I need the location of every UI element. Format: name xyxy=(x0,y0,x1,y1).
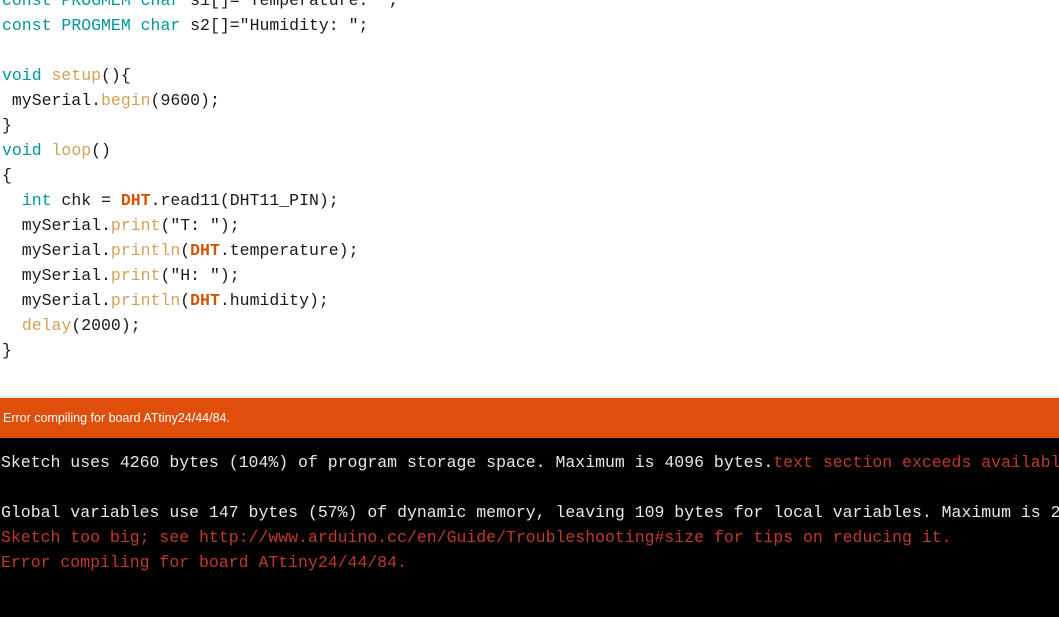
code-token: ); xyxy=(219,216,240,235)
code-token: PROGMEM xyxy=(61,0,131,10)
code-token: void xyxy=(2,141,42,160)
code-token: s1[]= xyxy=(180,0,240,10)
compile-status-bar: Error compiling for board ATtiny24/44/84… xyxy=(0,398,1059,438)
code-text-area[interactable]: const PROGMEM char s1[]="Temperature: ";… xyxy=(0,0,1059,363)
line-loop-close: } xyxy=(0,338,1059,363)
code-token: int xyxy=(21,191,52,210)
code-token: char xyxy=(140,0,181,10)
code-token: DHT xyxy=(120,191,151,210)
console-text: Sketch uses 4260 bytes (104%) of program… xyxy=(0,450,1059,575)
line-serial-begin: mySerial.begin(9600); xyxy=(0,88,1059,113)
code-token: begin xyxy=(101,91,151,110)
code-token: print xyxy=(110,266,161,285)
code-token: ( xyxy=(160,266,171,285)
code-token: .read11(DHT11_PIN); xyxy=(150,191,339,210)
line-s1: const PROGMEM char s1[]="Temperature: "; xyxy=(0,0,1059,13)
code-token: (9600); xyxy=(150,91,220,110)
console-segment: Error compiling for board ATtiny24/44/84… xyxy=(1,553,407,572)
code-token: mySerial. xyxy=(2,241,111,260)
code-token: print xyxy=(110,216,161,235)
code-token: PROGMEM xyxy=(61,16,131,35)
line-read11: int chk = DHT.read11(DHT11_PIN); xyxy=(0,188,1059,213)
code-token: "T: " xyxy=(170,216,220,235)
console-storage: Sketch uses 4260 bytes (104%) of program… xyxy=(0,450,1059,475)
console-segment: Sketch too big; see http://www.arduino.c… xyxy=(1,528,952,547)
code-token: char xyxy=(140,16,181,35)
code-token: "H: " xyxy=(170,266,220,285)
console-dynamic-memory: Global variables use 147 bytes (57%) of … xyxy=(0,500,1059,525)
code-token: ; xyxy=(358,16,369,35)
line-setup-open: void setup(){ xyxy=(0,63,1059,88)
code-token: loop xyxy=(51,141,92,160)
code-token: chk = xyxy=(51,191,121,210)
code-editor-pane[interactable]: const PROGMEM char s1[]="Temperature: ";… xyxy=(0,0,1059,396)
code-token: ; xyxy=(388,0,399,10)
code-token: DHT xyxy=(190,241,220,260)
code-token: .humidity); xyxy=(219,291,329,310)
console-error-compiling: Error compiling for board ATtiny24/44/84… xyxy=(0,550,1059,575)
status-bar-message: Error compiling for board ATtiny24/44/84… xyxy=(3,411,230,425)
code-token: "Temperature: " xyxy=(239,0,389,10)
console-segment: Sketch uses 4260 bytes (104%) of program… xyxy=(1,453,774,472)
code-token: ( xyxy=(180,291,191,310)
code-token: (2000); xyxy=(71,316,141,335)
code-token: println xyxy=(110,291,181,310)
line-blank-1 xyxy=(0,38,1059,63)
line-delay: delay(2000); xyxy=(0,313,1059,338)
code-token: mySerial. xyxy=(2,291,111,310)
code-token: } xyxy=(2,116,12,135)
code-token: { xyxy=(2,166,12,185)
console-segment: text section exceeds available space in … xyxy=(773,453,1059,472)
line-loop-open: { xyxy=(0,163,1059,188)
code-token: .temperature); xyxy=(219,241,359,260)
code-token: println xyxy=(110,241,181,260)
line-setup-close: } xyxy=(0,113,1059,138)
code-token: ); xyxy=(219,266,240,285)
line-print-h: mySerial.print("H: "); xyxy=(0,263,1059,288)
code-token: mySerial. xyxy=(2,216,111,235)
code-token: } xyxy=(2,341,12,360)
code-token: setup xyxy=(51,66,102,85)
code-token: DHT xyxy=(190,291,220,310)
code-token: (){ xyxy=(101,66,131,85)
line-println-temp: mySerial.println(DHT.temperature); xyxy=(0,238,1059,263)
code-token: () xyxy=(91,141,111,160)
console-sketch-too-big: Sketch too big; see http://www.arduino.c… xyxy=(0,525,1059,550)
code-token: mySerial. xyxy=(2,91,102,110)
console-segment: Global variables use 147 bytes (57%) of … xyxy=(1,503,1059,522)
code-token: const xyxy=(2,0,52,10)
code-token: delay xyxy=(21,316,72,335)
console-output-pane[interactable]: Sketch uses 4260 bytes (104%) of program… xyxy=(0,438,1059,617)
line-println-hum: mySerial.println(DHT.humidity); xyxy=(0,288,1059,313)
line-loop-decl: void loop() xyxy=(0,138,1059,163)
line-s2: const PROGMEM char s2[]="Humidity: "; xyxy=(0,13,1059,38)
code-token: ( xyxy=(160,216,171,235)
code-token: ( xyxy=(180,241,191,260)
line-print-t: mySerial.print("T: "); xyxy=(0,213,1059,238)
arduino-ide-window: const PROGMEM char s1[]="Temperature: ";… xyxy=(0,0,1059,617)
code-token: const xyxy=(2,16,52,35)
code-token: void xyxy=(2,66,42,85)
console-blank xyxy=(0,475,1059,500)
code-token: s2[]= xyxy=(180,16,240,35)
code-token: mySerial. xyxy=(2,266,111,285)
code-token: "Humidity: " xyxy=(239,16,359,35)
